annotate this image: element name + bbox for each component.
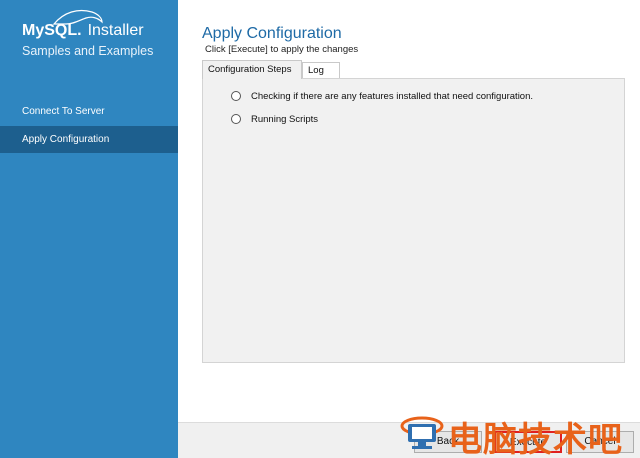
computer-icon <box>400 416 444 449</box>
main-content: Apply Configuration Click [Execute] to a… <box>178 0 640 422</box>
configuration-steps-panel: Checking if there are any features insta… <box>202 78 625 363</box>
step-label: Checking if there are any features insta… <box>251 90 534 102</box>
page-subtitle: Click [Execute] to apply the changes <box>205 44 359 55</box>
step-running-scripts: Running Scripts <box>231 112 318 126</box>
mysql-installer-logo: MySQL. Installer Samples and Examples <box>22 9 154 58</box>
step-status-radio-icon <box>231 114 241 124</box>
step-status-radio-icon <box>231 91 241 101</box>
logo-subtitle: Samples and Examples <box>22 44 154 58</box>
sidebar: MySQL. Installer Samples and Examples Con… <box>0 0 178 458</box>
watermark: 电脑技术吧 <box>400 408 640 458</box>
tab-log[interactable]: Log <box>302 62 340 78</box>
sidebar-item-connect-to-server[interactable]: Connect To Server <box>0 98 178 125</box>
watermark-text: 电脑技术吧 <box>448 420 623 458</box>
dolphin-icon <box>52 9 103 25</box>
page-title: Apply Configuration <box>202 25 342 42</box>
sidebar-item-apply-configuration[interactable]: Apply Configuration <box>0 126 178 153</box>
step-check-features: Checking if there are any features insta… <box>231 89 533 103</box>
step-label: Running Scripts <box>251 113 319 125</box>
tab-configuration-steps[interactable]: Configuration Steps <box>202 60 302 79</box>
